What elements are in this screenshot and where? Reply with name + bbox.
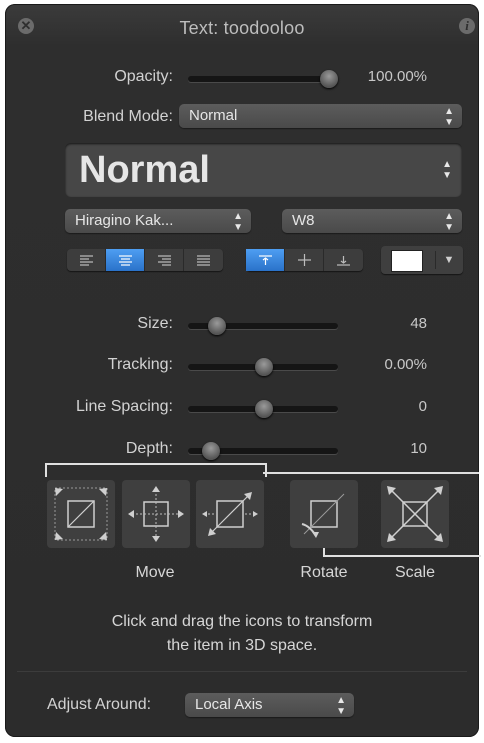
align-left-icon xyxy=(80,255,93,266)
move-depth-tile[interactable] xyxy=(196,480,264,548)
help-text-line-1: Click and drag the icons to transform xyxy=(111,613,373,630)
adjust-around-popup[interactable]: Local Axis ▲ ▼ xyxy=(185,693,354,717)
valign-top-icon xyxy=(259,255,272,265)
divider xyxy=(17,671,467,672)
align-justify-button[interactable] xyxy=(184,249,223,271)
updown-arrows-icon: ▲ ▼ xyxy=(442,159,452,181)
vertical-alignment-control xyxy=(246,249,363,271)
align-right-icon xyxy=(158,255,171,266)
opacity-slider[interactable] xyxy=(188,70,338,88)
align-center-icon xyxy=(119,255,132,266)
move-axis-tile[interactable] xyxy=(122,480,190,548)
face-color-swatch xyxy=(391,250,423,272)
valign-bottom-button[interactable] xyxy=(324,249,363,271)
face-color-well[interactable]: ▼ xyxy=(381,246,463,274)
valign-middle-button[interactable] xyxy=(285,249,324,271)
font-family-popup[interactable]: Hiragino Kak... ▲ ▼ xyxy=(65,209,251,233)
blend-mode-popup[interactable]: Normal ▲ ▼ xyxy=(179,104,462,128)
tracking-slider-knob[interactable] xyxy=(255,358,273,376)
horizontal-alignment-control xyxy=(67,249,223,271)
depth-value[interactable]: 10 xyxy=(345,440,427,457)
valign-top-button[interactable] xyxy=(246,249,285,271)
size-slider[interactable] xyxy=(188,317,338,335)
align-left-button[interactable] xyxy=(67,249,106,271)
scale-tile[interactable] xyxy=(381,480,449,548)
info-icon[interactable]: i xyxy=(459,18,475,34)
opacity-value[interactable]: 100.00% xyxy=(345,68,427,85)
depth-label: Depth: xyxy=(125,440,173,457)
bracket-line xyxy=(263,472,479,474)
text-inspector-hud: ✕ Text: toodooloo i Opacity: 100.00% Ble… xyxy=(5,4,481,737)
opacity-label: Opacity: xyxy=(114,68,173,85)
align-right-button[interactable] xyxy=(145,249,184,271)
updown-arrows-icon: ▲ ▼ xyxy=(444,211,454,233)
updown-arrows-icon: ▲ ▼ xyxy=(233,211,243,233)
scale-caption: Scale xyxy=(394,564,436,581)
move-depth-icon xyxy=(202,492,258,536)
align-center-button[interactable] xyxy=(106,249,145,271)
scale-icon xyxy=(387,486,443,542)
tracking-label: Tracking: xyxy=(107,356,173,373)
valign-bottom-icon xyxy=(337,256,350,266)
tracking-value[interactable]: 0.00% xyxy=(345,356,427,373)
text-style-preset-value: Normal xyxy=(79,149,210,191)
hud-title: Text: toodooloo xyxy=(179,18,305,38)
font-weight-value: W8 xyxy=(292,212,315,229)
chevron-down-icon[interactable]: ▼ xyxy=(435,251,462,269)
move-axis-icon xyxy=(128,486,184,542)
updown-arrows-icon: ▲ ▼ xyxy=(336,695,346,717)
rotate-icon xyxy=(301,493,345,538)
valign-middle-icon xyxy=(298,254,311,266)
size-slider-knob[interactable] xyxy=(208,317,226,335)
move-caption: Move xyxy=(135,564,175,581)
blend-mode-label: Blend Mode: xyxy=(83,108,173,125)
opacity-slider-knob[interactable] xyxy=(320,70,338,88)
line-spacing-label: Line Spacing: xyxy=(76,398,173,415)
font-weight-popup[interactable]: W8 ▲ ▼ xyxy=(282,209,462,233)
adjust-around-label: Adjust Around: xyxy=(47,696,152,713)
line-spacing-value[interactable]: 0 xyxy=(345,398,427,415)
rotate-tile[interactable] xyxy=(290,480,358,548)
rotate-caption: Rotate xyxy=(300,564,348,581)
align-justify-icon xyxy=(197,255,210,266)
adjust-around-value: Local Axis xyxy=(195,696,263,713)
updown-arrows-icon: ▲ ▼ xyxy=(444,106,454,128)
line-spacing-slider-knob[interactable] xyxy=(255,400,273,418)
depth-slider-knob[interactable] xyxy=(202,442,220,460)
help-text-line-2: the item in 3D space. xyxy=(166,637,318,654)
text-style-preset-popup[interactable]: Normal ▲ ▼ xyxy=(65,143,462,197)
size-value[interactable]: 48 xyxy=(345,315,427,332)
depth-slider[interactable] xyxy=(188,442,338,460)
blend-mode-value: Normal xyxy=(189,107,238,124)
font-family-value: Hiragino Kak... xyxy=(75,212,174,229)
line-spacing-slider[interactable] xyxy=(188,400,338,418)
move-group-bracket xyxy=(45,463,267,477)
size-label: Size: xyxy=(137,315,173,332)
tracking-slider[interactable] xyxy=(188,358,338,376)
move-xy-icon xyxy=(54,487,108,541)
move-xy-tile[interactable] xyxy=(47,480,115,548)
